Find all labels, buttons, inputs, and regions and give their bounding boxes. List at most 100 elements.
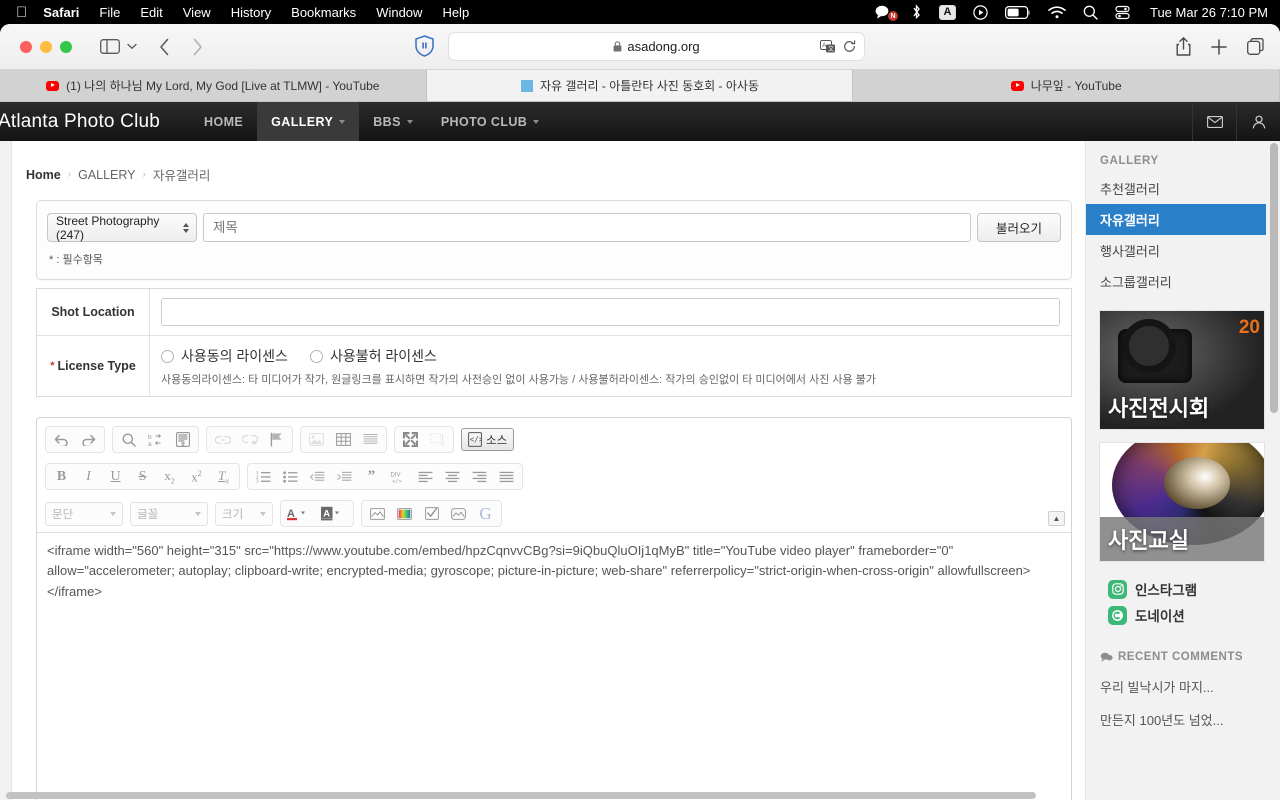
- superscript-icon[interactable]: x2: [183, 465, 210, 488]
- close-window-button[interactable]: [20, 41, 32, 53]
- background-color-icon[interactable]: A: [317, 502, 351, 525]
- checkbox-icon[interactable]: [418, 502, 445, 525]
- align-center-icon[interactable]: [439, 465, 466, 488]
- translate-icon[interactable]: A文: [820, 40, 836, 53]
- outdent-icon[interactable]: [304, 465, 331, 488]
- nav-item-home[interactable]: HOME: [190, 102, 257, 141]
- browser-tab-1[interactable]: (1) 나의 하나님 My Lord, My God [Live at TLMW…: [0, 70, 427, 101]
- photo-exhibition-banner[interactable]: 20 사진전시회: [1100, 311, 1264, 429]
- new-tab-icon[interactable]: [1211, 39, 1227, 55]
- indent-icon[interactable]: [331, 465, 358, 488]
- donation-link[interactable]: 도네이션: [1108, 605, 1266, 625]
- bulleted-list-icon[interactable]: [277, 465, 304, 488]
- apple-logo-icon[interactable]: : [16, 5, 27, 20]
- nav-item-photo-club[interactable]: PHOTO CLUB: [427, 102, 553, 141]
- menu-item-safari[interactable]: Safari: [43, 5, 79, 20]
- nav-item-bbs[interactable]: BBS: [359, 102, 427, 141]
- bluetooth-icon[interactable]: [911, 4, 922, 20]
- align-right-icon[interactable]: [466, 465, 493, 488]
- nav-item-gallery[interactable]: GALLERY: [257, 102, 359, 141]
- photo-class-banner[interactable]: 사진교실: [1100, 443, 1264, 561]
- subscript-icon[interactable]: x2: [156, 465, 183, 488]
- breadcrumb-home[interactable]: Home: [26, 168, 61, 182]
- title-input[interactable]: [203, 213, 971, 242]
- menu-item-bookmarks[interactable]: Bookmarks: [291, 5, 356, 20]
- menu-item-help[interactable]: Help: [442, 5, 469, 20]
- list-item[interactable]: 우리 빌낙시가 마지...: [1100, 677, 1266, 696]
- replace-icon[interactable]: ba: [142, 428, 169, 451]
- menu-item-history[interactable]: History: [231, 5, 271, 20]
- google-icon[interactable]: G: [472, 502, 499, 525]
- italic-icon[interactable]: I: [75, 465, 102, 488]
- link-icon[interactable]: [209, 428, 236, 451]
- messages-icon[interactable]: N: [875, 5, 894, 19]
- breadcrumb-gallery[interactable]: GALLERY: [78, 168, 135, 182]
- reload-icon[interactable]: [843, 40, 856, 53]
- sidebar-item-event-gallery[interactable]: 행사갤러리: [1086, 235, 1266, 266]
- show-blocks-icon[interactable]: [424, 428, 451, 451]
- sidebar-item-recommended-gallery[interactable]: 추천갤러리: [1086, 173, 1266, 204]
- tab-overview-icon[interactable]: [1247, 38, 1264, 55]
- license-option-deny[interactable]: 사용불허 라이센스: [310, 346, 437, 366]
- search-icon[interactable]: [115, 428, 142, 451]
- load-button[interactable]: 불러오기: [977, 213, 1061, 242]
- menubar-clock[interactable]: Tue Mar 26 7:10 PM: [1150, 5, 1268, 20]
- menu-item-view[interactable]: View: [183, 5, 211, 20]
- wifi-icon[interactable]: [1048, 6, 1066, 19]
- input-source-icon[interactable]: A: [939, 5, 956, 20]
- menu-item-window[interactable]: Window: [376, 5, 422, 20]
- strikethrough-icon[interactable]: S: [129, 465, 156, 488]
- radio-button-icon[interactable]: [161, 350, 174, 363]
- text-color-icon[interactable]: A: [283, 502, 317, 525]
- control-center-icon[interactable]: [1115, 5, 1130, 20]
- justify-icon[interactable]: [493, 465, 520, 488]
- maximize-window-button[interactable]: [60, 41, 72, 53]
- back-icon[interactable]: [159, 38, 170, 56]
- shield-privacy-icon[interactable]: [415, 35, 434, 57]
- source-button[interactable]: </> 소스: [461, 428, 514, 451]
- anchor-flag-icon[interactable]: [263, 428, 290, 451]
- bold-icon[interactable]: B: [48, 465, 75, 488]
- sidebar-icon[interactable]: [100, 39, 120, 54]
- collapse-toolbar-icon[interactable]: ▲: [1048, 511, 1065, 526]
- vertical-scrollbar[interactable]: [1270, 143, 1278, 800]
- underline-icon[interactable]: U: [102, 465, 129, 488]
- maximize-icon[interactable]: [397, 428, 424, 451]
- category-select[interactable]: Street Photography (247): [47, 213, 197, 242]
- source-code-textarea[interactable]: ▲ <iframe width="560" height="315" src="…: [37, 532, 1071, 800]
- minimize-window-button[interactable]: [40, 41, 52, 53]
- div-container-icon[interactable]: DIV</>: [385, 465, 412, 488]
- mail-icon[interactable]: [1192, 102, 1236, 141]
- menu-item-edit[interactable]: Edit: [140, 5, 162, 20]
- spotlight-search-icon[interactable]: [1083, 5, 1098, 20]
- remove-format-icon[interactable]: Tx: [210, 465, 237, 488]
- now-playing-icon[interactable]: [973, 5, 988, 20]
- user-icon[interactable]: [1236, 102, 1280, 141]
- list-item[interactable]: 만든지 100년도 넘었...: [1100, 710, 1266, 729]
- unlink-icon[interactable]: [236, 428, 263, 451]
- horizontal-scrollbar-thumb[interactable]: [6, 792, 1036, 799]
- paragraph-format-select[interactable]: 문단: [45, 502, 123, 526]
- site-brand[interactable]: Atlanta Photo Club: [0, 111, 160, 133]
- flash-media-icon[interactable]: [445, 502, 472, 525]
- radio-button-icon[interactable]: [310, 350, 323, 363]
- redo-icon[interactable]: [75, 428, 102, 451]
- forward-icon[interactable]: [192, 38, 203, 56]
- select-all-icon[interactable]: [169, 428, 196, 451]
- url-input[interactable]: asadong.org A文: [448, 32, 865, 61]
- insert-media-icon[interactable]: [364, 502, 391, 525]
- numbered-list-icon[interactable]: 123: [250, 465, 277, 488]
- chevron-down-icon[interactable]: [127, 43, 137, 50]
- image-icon[interactable]: [303, 428, 330, 451]
- vertical-scrollbar-thumb[interactable]: [1270, 143, 1278, 413]
- menu-item-file[interactable]: File: [99, 5, 120, 20]
- instagram-link[interactable]: 인스타그램: [1108, 579, 1266, 599]
- font-size-select[interactable]: 크기: [215, 502, 273, 526]
- battery-icon[interactable]: [1005, 6, 1031, 19]
- blockquote-icon[interactable]: ”: [358, 465, 385, 488]
- font-family-select[interactable]: 글꼴: [130, 502, 208, 526]
- share-icon[interactable]: [1176, 37, 1191, 56]
- browser-tab-3[interactable]: 나무잎 - YouTube: [853, 70, 1280, 101]
- table-icon[interactable]: [330, 428, 357, 451]
- color-palette-icon[interactable]: [391, 502, 418, 525]
